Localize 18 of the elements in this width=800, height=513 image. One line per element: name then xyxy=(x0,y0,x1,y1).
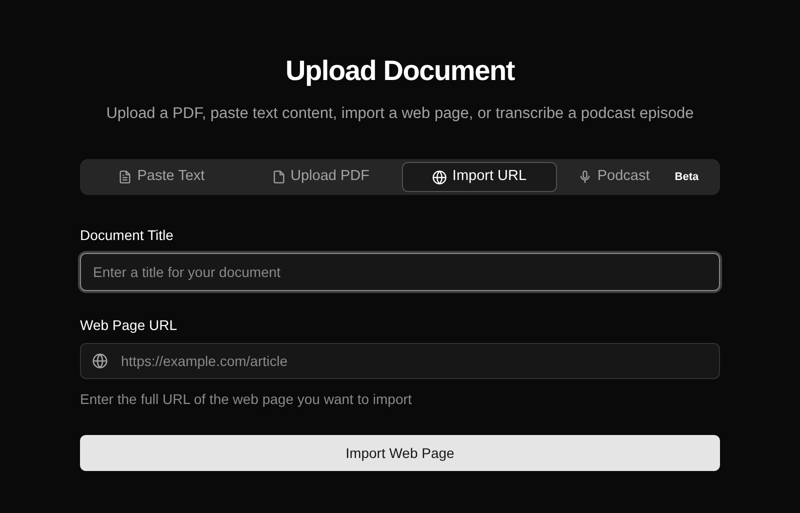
page-subtitle: Upload a PDF, paste text content, import a web page, or transcribe a podcast episode xyxy=(105,104,695,124)
document-icon xyxy=(118,170,132,184)
tab[interactable]: Upload PDF xyxy=(243,162,398,192)
field-label: Document Title xyxy=(80,226,174,246)
field-hint: Enter the full URL of the web page you want to import xyxy=(80,390,413,410)
beta-label: Beta xyxy=(674,170,699,185)
tab[interactable]: Paste Text xyxy=(84,162,239,192)
globe-icon xyxy=(92,353,108,370)
microphone-icon xyxy=(578,170,592,184)
file-icon xyxy=(272,170,286,184)
field-label: Web Page URL xyxy=(80,316,178,336)
tab[interactable]: Import URL xyxy=(402,162,557,192)
globe-icon xyxy=(432,170,448,185)
page-title: Upload Document xyxy=(284,54,516,88)
url-field[interactable]: https://example.com/article xyxy=(80,343,720,380)
title-field[interactable]: Enter a title for your document xyxy=(80,253,720,292)
import-button[interactable]: Import Web Page xyxy=(80,435,720,472)
tab[interactable]: Podcast Beta xyxy=(561,162,716,192)
